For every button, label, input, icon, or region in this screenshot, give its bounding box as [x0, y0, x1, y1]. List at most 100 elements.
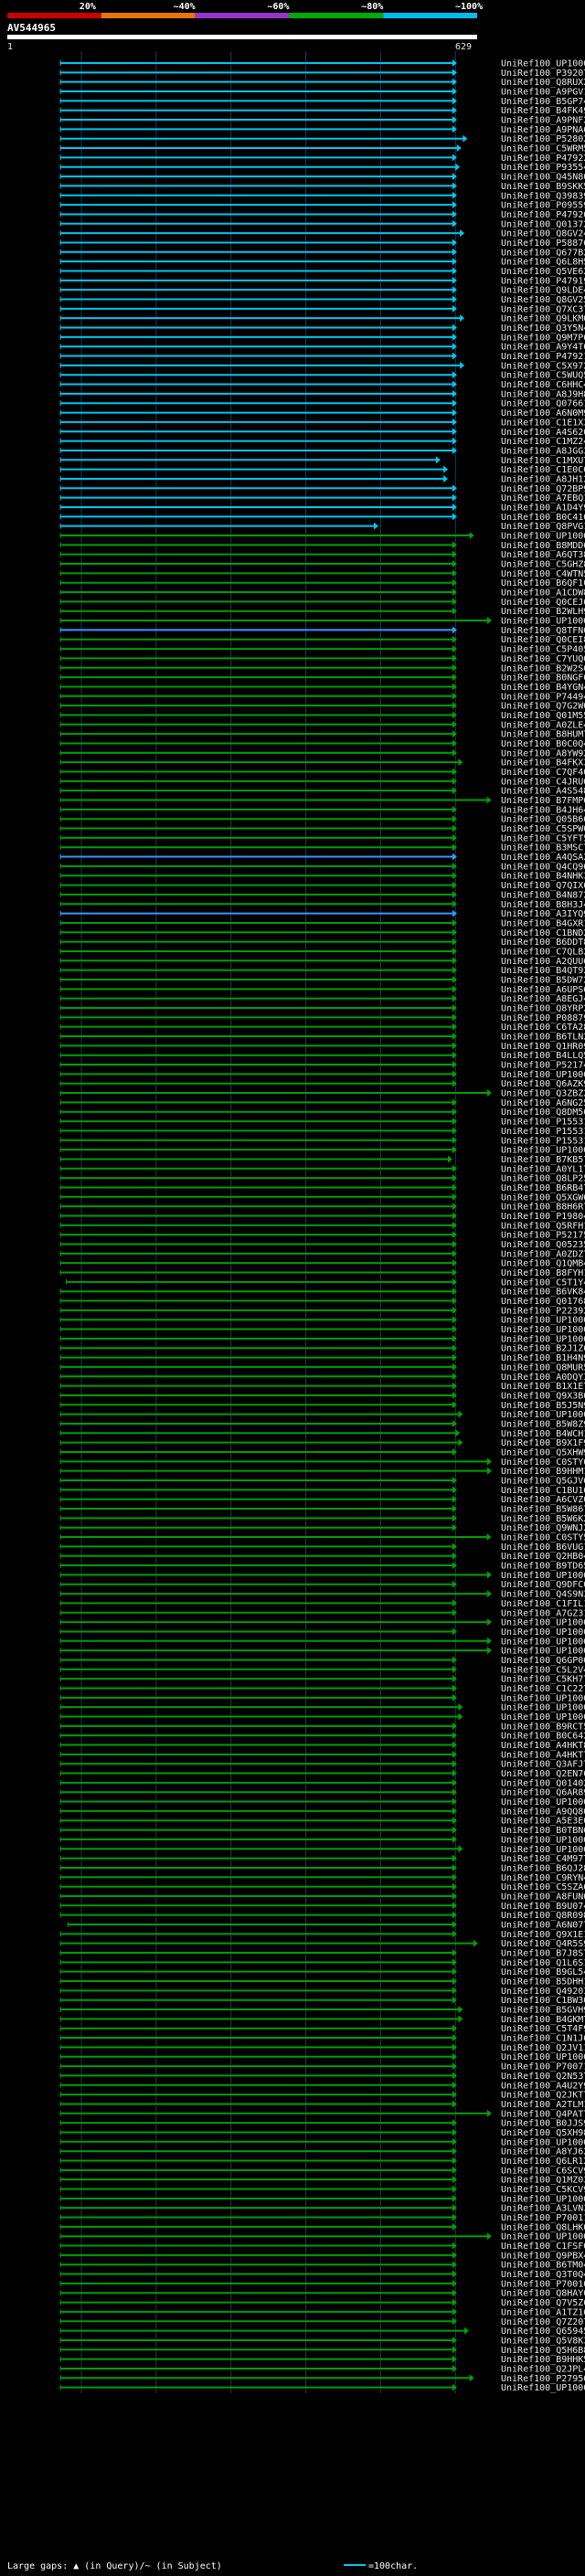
hit-label[interactable]: UniRef100_P22392: [501, 1306, 585, 1316]
hit-row[interactable]: UniRef100_Q8PVG1: [59, 522, 585, 532]
hit-label[interactable]: UniRef100_Q01M55: [501, 711, 585, 721]
hit-row[interactable]: UniRef100_B5GVH9: [59, 2006, 585, 2016]
hit-row[interactable]: UniRef100_B6TLN2: [59, 1033, 585, 1043]
hit-row[interactable]: UniRef100_C0STY6: [59, 1458, 585, 1468]
hit-label[interactable]: UniRef100_UP1000...: [501, 2383, 585, 2393]
hit-row[interactable]: UniRef100_C5X972: [59, 361, 585, 371]
hit-row[interactable]: UniRef100_UP1000...: [59, 1693, 585, 1703]
hit-row[interactable]: UniRef100_Q1QMB4: [59, 1259, 585, 1269]
hit-label[interactable]: UniRef100_Q65945: [501, 2327, 585, 2337]
hit-label[interactable]: UniRef100_UP1000...: [501, 1070, 585, 1080]
hit-label[interactable]: UniRef100_C6SCV9: [501, 2166, 585, 2176]
hit-label[interactable]: UniRef100_Q9X1E1: [501, 1930, 585, 1940]
hit-row[interactable]: UniRef100_Q4R5S9: [59, 1939, 585, 1949]
hit-label[interactable]: UniRef100_A8FUN0: [501, 1892, 585, 1902]
hit-row[interactable]: UniRef100_A9PNF2: [59, 116, 585, 126]
hit-label[interactable]: UniRef100_B9GL54: [501, 1967, 585, 1977]
hit-row[interactable]: UniRef100_C0STY5: [59, 1533, 585, 1543]
hit-row[interactable]: UniRef100_C6TA28: [59, 1023, 585, 1033]
hit-row[interactable]: UniRef100_UP1000...: [59, 1146, 585, 1156]
hit-row[interactable]: UniRef100_B9HHM1: [59, 1467, 585, 1477]
hit-row[interactable]: UniRef100_P93554: [59, 163, 585, 173]
hit-label[interactable]: UniRef100_Q6GP00: [501, 1656, 585, 1666]
hit-label[interactable]: UniRef100_A4HKT8: [501, 1741, 585, 1751]
hit-label[interactable]: UniRef100_UP1000...: [501, 1703, 585, 1713]
hit-row[interactable]: UniRef100_A3LVN3: [59, 2204, 585, 2214]
hit-row[interactable]: UniRef100_Q01402: [59, 1778, 585, 1788]
hit-row[interactable]: UniRef100_B4NHK3: [59, 872, 585, 882]
hit-row[interactable]: UniRef100_P70011: [59, 2213, 585, 2223]
hit-label[interactable]: UniRef100_B5DHH1: [501, 1977, 585, 1988]
hit-label[interactable]: UniRef100_B6TLN2: [501, 1033, 585, 1043]
hit-label[interactable]: UniRef100_P58876: [501, 239, 585, 249]
hit-label[interactable]: UniRef100_P52175: [501, 1231, 585, 1241]
hit-label[interactable]: UniRef100_A8YW92: [501, 748, 585, 758]
hit-label[interactable]: UniRef100_B6VUG1: [501, 1542, 585, 1553]
hit-row[interactable]: UniRef100_UP1000...: [59, 1070, 585, 1080]
hit-row[interactable]: UniRef100_B4FKX3: [59, 758, 585, 769]
hit-label[interactable]: UniRef100_B6RB47: [501, 1183, 585, 1193]
hit-row[interactable]: UniRef100_P47921: [59, 352, 585, 362]
hit-row[interactable]: UniRef100_A4S548: [59, 787, 585, 797]
hit-label[interactable]: UniRef100_Q2EN76: [501, 1769, 585, 1779]
hit-label[interactable]: UniRef100_P09559: [501, 201, 585, 211]
hit-row[interactable]: UniRef100_P52175: [59, 1231, 585, 1241]
hit-label[interactable]: UniRef100_B1X1E7: [501, 1382, 585, 1392]
hit-row[interactable]: UniRef100_B4GKM7: [59, 2015, 585, 2025]
hit-label[interactable]: UniRef100_A3LVN3: [501, 2204, 585, 2214]
hit-label[interactable]: UniRef100_Q1QMB4: [501, 1259, 585, 1269]
hit-row[interactable]: UniRef100_Q07661: [59, 399, 585, 409]
hit-label[interactable]: UniRef100_Q5XH98: [501, 2128, 585, 2138]
hit-row[interactable]: UniRef100_B6RB47: [59, 1183, 585, 1193]
hit-label[interactable]: UniRef100_Q0CEI8: [501, 635, 585, 645]
hit-label[interactable]: UniRef100_A9PNA6: [501, 125, 585, 135]
hit-row[interactable]: UniRef100_C5SPW0: [59, 824, 585, 834]
hit-label[interactable]: UniRef100_Q8RUX2: [501, 78, 585, 88]
hit-label[interactable]: UniRef100_P52174: [501, 1061, 585, 1071]
hit-label[interactable]: UniRef100_B4NHK3: [501, 872, 585, 882]
hit-row[interactable]: UniRef100_Q65945: [59, 2327, 585, 2337]
hit-row[interactable]: UniRef100_A6CVZ0: [59, 1495, 585, 1505]
hit-row[interactable]: UniRef100_Q9LKM0: [59, 314, 585, 324]
hit-label[interactable]: UniRef100_P47921: [501, 352, 585, 362]
hit-label[interactable]: UniRef100_B0C410: [501, 513, 585, 523]
hit-label[interactable]: UniRef100_B0C642: [501, 1732, 585, 1742]
hit-row[interactable]: UniRef100_Q6GP00: [59, 1656, 585, 1666]
hit-label[interactable]: UniRef100_C5YFT5: [501, 833, 585, 843]
hit-label[interactable]: UniRef100_C0STY5: [501, 1533, 585, 1543]
hit-label[interactable]: UniRef100_A6QT38: [501, 550, 585, 560]
hit-label[interactable]: UniRef100_Q01768: [501, 1297, 585, 1307]
hit-label[interactable]: UniRef100_C5X972: [501, 361, 585, 371]
hit-row[interactable]: UniRef100_A6UPS6: [59, 985, 585, 995]
hit-label[interactable]: UniRef100_B4GKM7: [501, 2015, 585, 2025]
hit-row[interactable]: UniRef100_B8FYH1: [59, 1268, 585, 1278]
hit-label[interactable]: UniRef100_UP1000...: [501, 1693, 585, 1703]
hit-label[interactable]: UniRef100_Q9LKM0: [501, 314, 585, 324]
hit-label[interactable]: UniRef100_B5W867: [501, 1505, 585, 1515]
hit-row[interactable]: UniRef100_C4M977: [59, 1854, 585, 1864]
hit-row[interactable]: UniRef100_B1X1E7: [59, 1382, 585, 1392]
hit-label[interactable]: UniRef100_A1CDW8: [501, 588, 585, 599]
hit-row[interactable]: UniRef100_C5GHZ8: [59, 560, 585, 570]
hit-row[interactable]: UniRef100_Q1MZ03: [59, 2176, 585, 2186]
hit-label[interactable]: UniRef100_Q07661: [501, 399, 585, 409]
hit-row[interactable]: UniRef100_Q8HAY0: [59, 2289, 585, 2299]
hit-row[interactable]: UniRef100_Q9X1E1: [59, 1930, 585, 1940]
hit-row[interactable]: UniRef100_A9PNA6: [59, 125, 585, 135]
hit-row[interactable]: UniRef100_A9PGV1: [59, 88, 585, 98]
hit-label[interactable]: UniRef100_UP1000...: [501, 1618, 585, 1628]
hit-label[interactable]: UniRef100_UP1000...: [501, 1146, 585, 1156]
hit-row[interactable]: UniRef100_P58876: [59, 239, 585, 249]
hit-row[interactable]: UniRef100_B9GL54: [59, 1967, 585, 1977]
hit-row[interactable]: UniRef100_A3IYQ9: [59, 909, 585, 919]
hit-row[interactable]: UniRef100_Q2JKT7: [59, 2091, 585, 2101]
hit-label[interactable]: UniRef100_A6UPS6: [501, 985, 585, 995]
hit-row[interactable]: UniRef100_Q9PBX4: [59, 2251, 585, 2261]
hit-label[interactable]: UniRef100_A4S548: [501, 787, 585, 797]
hit-label[interactable]: UniRef100_P93554: [501, 163, 585, 173]
hit-row[interactable]: UniRef100_A8FUN0: [59, 1892, 585, 1902]
hit-label[interactable]: UniRef100_A9PNF2: [501, 116, 585, 126]
hit-label[interactable]: UniRef100_Q01402: [501, 1778, 585, 1788]
hit-label[interactable]: UniRef100_B9HHM1: [501, 1467, 585, 1477]
hit-label[interactable]: UniRef100_Q9LDE4: [501, 286, 585, 296]
